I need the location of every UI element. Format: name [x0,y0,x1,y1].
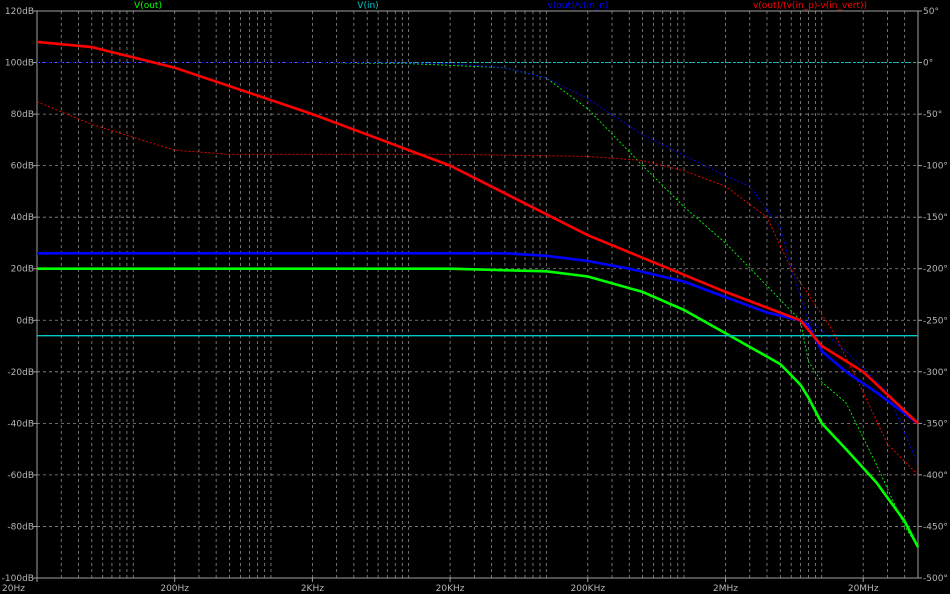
right-tick-label: -400° [923,471,948,481]
right-tick-label: -350° [923,419,948,429]
left-tick-label: -60dB [7,471,34,481]
left-tick-label: 20dB [11,265,34,275]
left-tick-label: 100dB [5,59,34,69]
right-tick-label: -500° [923,574,948,584]
x-tick-label: 20Hz [2,584,25,594]
right-tick-label: -150° [923,213,948,223]
left-tick-label: 40dB [11,213,34,223]
right-tick-label: -200° [923,265,948,275]
right-tick-label: -100° [923,162,948,172]
left-tick-label: 0dB [16,316,34,326]
left-tick-label: 60dB [11,162,34,172]
x-tick-label: 2KHz [301,584,324,594]
left-tick-label: -20dB [7,368,34,378]
bode-plot: 120dB 100dB 80dB 60dB 40dB 20dB 0dB -20dB -40dB -… [0,0,950,594]
x-tick-label: 200Hz [160,584,189,594]
right-tick-label: 0° [923,59,933,69]
right-tick-label: -250° [923,316,948,326]
right-tick-label: 50° [923,7,939,17]
right-tick-label: -300° [923,368,948,378]
left-tick-label: -100dB [2,574,34,584]
plot-background [0,0,950,594]
legend-entry: v(out)/(v(in_p)-v(in_vert)) [753,1,867,11]
x-tick-label: 20KHz [436,584,465,594]
legend-entry: v(out)/v(in_n) [548,1,609,11]
right-tick-label: -450° [923,522,948,532]
left-tick-label: -80dB [7,522,34,532]
x-tick-label: 200KHz [571,584,606,594]
left-tick-label: 80dB [11,110,34,120]
x-tick-label: 2MHz [713,584,738,594]
legend-entry: V(in) [357,1,378,11]
left-tick-label: 120dB [5,7,34,17]
left-tick-label: -40dB [7,419,34,429]
x-tick-label: 20MHz [848,584,879,594]
right-tick-label: -50° [923,110,942,120]
legend-entry: V(out) [134,1,162,11]
